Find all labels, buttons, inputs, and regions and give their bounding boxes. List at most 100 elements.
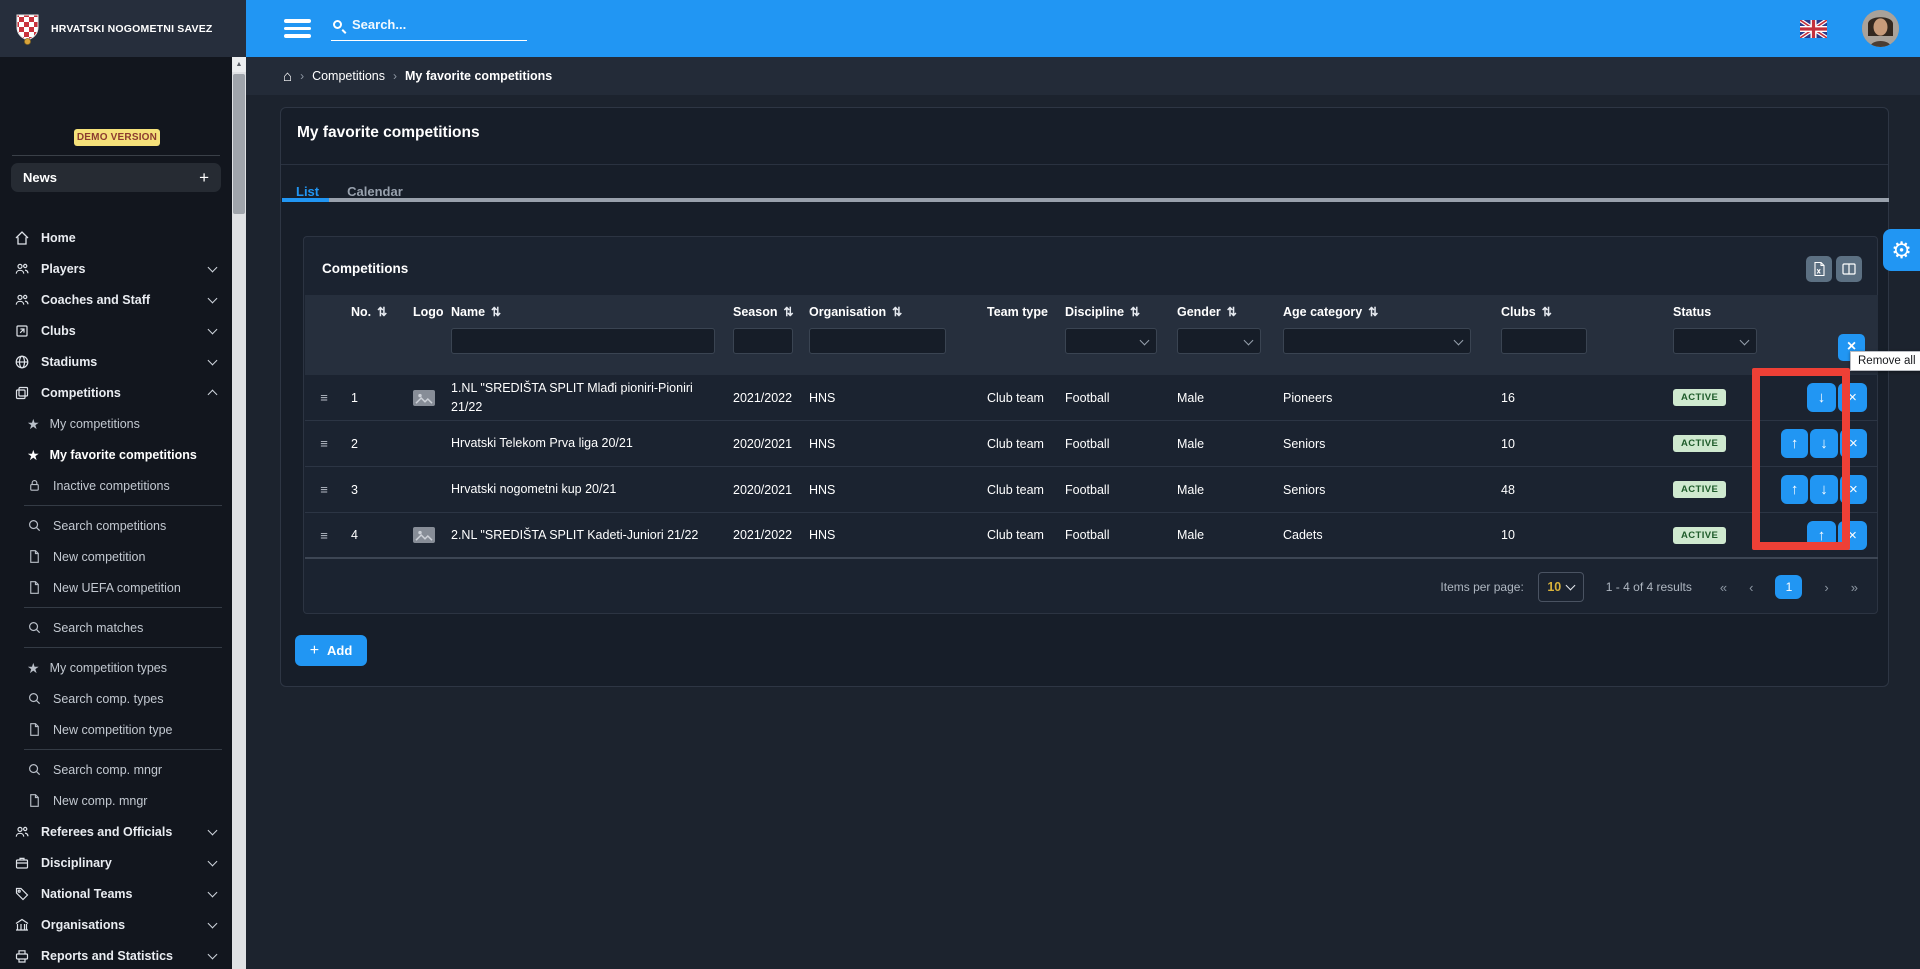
table-row: ≡ 3 Hrvatski nogometni kup 20/21 2020/20… (305, 467, 1878, 513)
sort-icon[interactable]: ⇅ (491, 305, 501, 319)
current-page-button[interactable]: 1 (1775, 575, 1802, 599)
column-header-no: No.⇅ (343, 295, 405, 375)
column-header-logo: Logo (405, 295, 443, 375)
gender-filter-select[interactable] (1177, 328, 1261, 354)
move-up-button[interactable]: ↑ (1781, 475, 1808, 504)
remove-favorite-button[interactable]: × (1840, 429, 1867, 458)
status-filter-select[interactable] (1673, 328, 1757, 354)
sidebar-item-national-teams[interactable]: National Teams (0, 878, 232, 909)
sidebar-item-stadiums[interactable]: Stadiums (0, 346, 232, 377)
page-navigation: « ‹ 1 › » (1720, 575, 1858, 599)
sidebar-item-search-comp-types[interactable]: Search comp. types (0, 683, 232, 714)
hns-crest-logo (14, 12, 41, 45)
sidebar-item-referees-and-officials[interactable]: Referees and Officials (0, 816, 232, 847)
cell-age-category: Seniors (1275, 421, 1493, 466)
organisation-filter-input[interactable] (809, 328, 946, 354)
sidebar-item-new-uefa-competition[interactable]: New UEFA competition (0, 572, 232, 603)
add-button[interactable]: + Add (295, 635, 367, 666)
sidebar-item-organisations[interactable]: Organisations (0, 909, 232, 940)
sort-icon[interactable]: ⇅ (1368, 305, 1378, 319)
sort-icon[interactable]: ⇅ (1227, 305, 1237, 319)
sidebar-item-home[interactable]: Home (0, 222, 232, 253)
remove-favorite-button[interactable]: × (1838, 521, 1867, 550)
move-down-button[interactable]: ↓ (1807, 383, 1836, 412)
theme-settings-button[interactable]: ⚙ (1883, 229, 1920, 271)
drag-handle-icon[interactable]: ≡ (320, 436, 328, 451)
plus-icon[interactable]: + (199, 168, 209, 188)
sidebar-item-my-competition-types[interactable]: ★ My competition types (0, 652, 232, 683)
cell-age-category: Pioneers (1275, 375, 1493, 420)
previous-page-button[interactable]: ‹ (1749, 580, 1753, 595)
sidebar-item-search-matches[interactable]: Search matches (0, 612, 232, 643)
news-button[interactable]: News + (11, 163, 221, 192)
cell-actions: ↑ ↓ × (1773, 467, 1878, 512)
sidebar-item-new-competition[interactable]: New competition (0, 541, 232, 572)
clubs-filter-input[interactable] (1501, 328, 1587, 354)
language-flag-icon[interactable] (1800, 20, 1827, 38)
sidebar-item-competitions[interactable]: Competitions (0, 377, 232, 408)
sidebar-item-players[interactable]: Players (0, 253, 232, 284)
breadcrumb-competitions[interactable]: Competitions (312, 69, 385, 83)
briefcase-icon (14, 855, 30, 871)
breadcrumb: ⌂ › Competitions › My favorite competiti… (246, 57, 1920, 95)
scrollbar-thumb[interactable] (233, 74, 245, 214)
breadcrumb-separator: › (393, 69, 397, 83)
clubs-icon (14, 323, 30, 339)
age-category-filter-select[interactable] (1283, 328, 1471, 354)
breadcrumb-current[interactable]: My favorite competitions (405, 69, 552, 83)
last-page-button[interactable]: » (1851, 580, 1858, 595)
sidebar-scrollbar[interactable]: ▲ (232, 57, 246, 969)
drag-handle-icon[interactable]: ≡ (320, 482, 328, 497)
move-up-button[interactable]: ↑ (1781, 429, 1808, 458)
season-filter-input[interactable] (733, 328, 793, 354)
sidebar-item-search-competitions[interactable]: Search competitions (0, 510, 232, 541)
export-excel-button[interactable] (1806, 256, 1832, 282)
sidebar-item-search-comp-mngr[interactable]: Search comp. mngr (0, 754, 232, 785)
chevron-down-icon (1454, 335, 1464, 345)
scrollbar-up-arrow[interactable]: ▲ (232, 57, 246, 72)
drag-handle-icon[interactable]: ≡ (320, 390, 328, 405)
sidebar-item-new-competition-type[interactable]: New competition type (0, 714, 232, 745)
user-avatar[interactable] (1862, 10, 1899, 47)
move-down-button[interactable]: ↓ (1810, 429, 1837, 458)
divider (12, 155, 220, 156)
sidebar-item-clubs[interactable]: Clubs (0, 315, 232, 346)
cell-name: 1.NL "SREDIŠTA SPLIT Mlađi pioniri-Pioni… (443, 375, 725, 420)
hamburger-menu-icon[interactable] (284, 19, 311, 38)
move-up-button[interactable]: ↑ (1807, 521, 1836, 550)
page-title: My favorite competitions (297, 124, 480, 142)
column-settings-button[interactable] (1836, 256, 1862, 282)
home-icon[interactable]: ⌂ (283, 69, 292, 84)
sidebar-item-my-competitions[interactable]: ★ My competitions (0, 408, 232, 439)
drag-handle-icon[interactable]: ≡ (320, 528, 328, 543)
sidebar-item-coaches-and-staff[interactable]: Coaches and Staff (0, 284, 232, 315)
discipline-filter-select[interactable] (1065, 328, 1157, 354)
search-input[interactable] (350, 16, 500, 33)
sort-icon[interactable]: ⇅ (377, 305, 387, 319)
page-size-select[interactable]: 10 (1538, 572, 1584, 602)
sidebar-item-reports-and-statistics[interactable]: Reports and Statistics (0, 940, 232, 969)
chevron-down-icon (1244, 335, 1254, 345)
sidebar-item-disciplinary[interactable]: Disciplinary (0, 847, 232, 878)
first-page-button[interactable]: « (1720, 580, 1727, 595)
remove-favorite-button[interactable]: × (1840, 475, 1867, 504)
sort-icon[interactable]: ⇅ (783, 305, 793, 319)
tag-icon (14, 886, 30, 902)
next-page-button[interactable]: › (1824, 580, 1828, 595)
cell-no: 3 (343, 467, 405, 512)
cell-no: 2 (343, 421, 405, 466)
cell-actions: ↑ × (1773, 513, 1878, 557)
move-down-button[interactable]: ↓ (1810, 475, 1837, 504)
search-icon (333, 20, 342, 29)
sidebar-item-my-favorite-competitions[interactable]: ★ My favorite competitions (0, 439, 232, 470)
sidebar-item-inactive-competitions[interactable]: Inactive competitions (0, 470, 232, 501)
table-row: ≡ 4 2.NL "SREDIŠTA SPLIT Kadeti-Juniori … (305, 513, 1878, 559)
name-filter-input[interactable] (451, 328, 715, 354)
sort-icon[interactable]: ⇅ (892, 305, 902, 319)
logo-placeholder-icon (413, 390, 435, 406)
sidebar-item-new-comp-mngr[interactable]: New comp. mngr (0, 785, 232, 816)
sort-icon[interactable]: ⇅ (1542, 305, 1552, 319)
sort-icon[interactable]: ⇅ (1130, 305, 1140, 319)
remove-favorite-button[interactable]: × (1838, 383, 1867, 412)
lock-icon (27, 478, 43, 494)
